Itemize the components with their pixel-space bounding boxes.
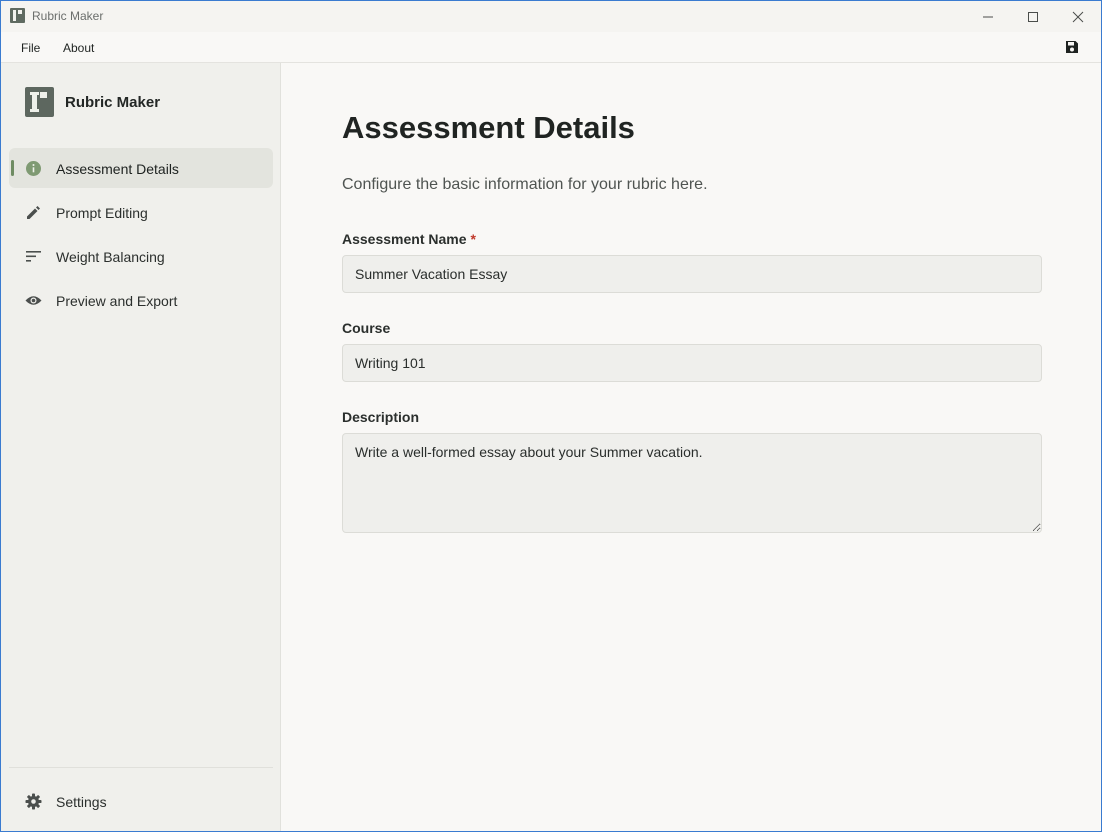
page-subtitle: Configure the basic information for your… bbox=[342, 176, 708, 193]
menu-about[interactable]: About bbox=[63, 41, 94, 55]
app-logo-icon bbox=[10, 8, 25, 23]
sidebar-item-label: Preview and Export bbox=[56, 293, 178, 309]
maximize-icon bbox=[1028, 11, 1038, 22]
sort-lines-icon bbox=[26, 251, 41, 262]
info-icon bbox=[26, 161, 41, 176]
description-label: Description bbox=[342, 409, 420, 425]
page-title: Assessment Details bbox=[342, 110, 635, 145]
sidebar-item-settings[interactable]: Settings bbox=[9, 781, 273, 821]
close-icon bbox=[1072, 11, 1084, 22]
minimize-button[interactable] bbox=[965, 1, 1011, 32]
main-content: Assessment Details Configure the basic i… bbox=[282, 63, 1101, 831]
sidebar-item-label: Prompt Editing bbox=[56, 205, 148, 221]
close-button[interactable] bbox=[1055, 1, 1101, 32]
sidebar-item-preview-and-export[interactable]: Preview and Export bbox=[9, 280, 273, 320]
save-icon bbox=[1066, 41, 1078, 53]
course-input[interactable] bbox=[342, 344, 1042, 382]
menu-file[interactable]: File bbox=[21, 41, 40, 55]
sidebar-item-assessment-details[interactable]: Assessment Details bbox=[9, 148, 273, 188]
sidebar: Rubric Maker Assessment Details Prompt E… bbox=[1, 63, 281, 831]
required-marker: * bbox=[470, 231, 476, 247]
eye-icon bbox=[25, 296, 42, 305]
minimize-icon bbox=[983, 16, 993, 17]
title-bar[interactable]: Rubric Maker bbox=[1, 1, 1101, 32]
window-title: Rubric Maker bbox=[32, 9, 104, 23]
assessment-name-input[interactable] bbox=[342, 255, 1042, 293]
save-button[interactable] bbox=[1065, 40, 1081, 56]
sidebar-item-prompt-editing[interactable]: Prompt Editing bbox=[9, 192, 273, 232]
pencil-icon bbox=[27, 206, 40, 219]
sidebar-item-label: Assessment Details bbox=[56, 161, 179, 177]
sidebar-divider bbox=[9, 767, 273, 768]
app-window: Rubric Maker File About Rubric Maker Ass… bbox=[0, 0, 1102, 832]
sidebar-item-weight-balancing[interactable]: Weight Balancing bbox=[9, 236, 273, 276]
assessment-name-label-text: Assessment Name bbox=[342, 231, 467, 247]
brand-name: Rubric Maker bbox=[65, 94, 161, 111]
maximize-button[interactable] bbox=[1010, 1, 1056, 32]
course-label: Course bbox=[342, 320, 391, 336]
brand-logo-icon bbox=[25, 87, 54, 117]
gear-icon bbox=[25, 793, 42, 810]
sidebar-item-label: Weight Balancing bbox=[56, 249, 165, 265]
menu-bar: File About bbox=[1, 32, 1101, 63]
sidebar-item-label: Settings bbox=[56, 794, 107, 810]
description-textarea[interactable]: Write a well-formed essay about your Sum… bbox=[342, 433, 1042, 533]
assessment-name-label: Assessment Name * bbox=[342, 231, 476, 247]
